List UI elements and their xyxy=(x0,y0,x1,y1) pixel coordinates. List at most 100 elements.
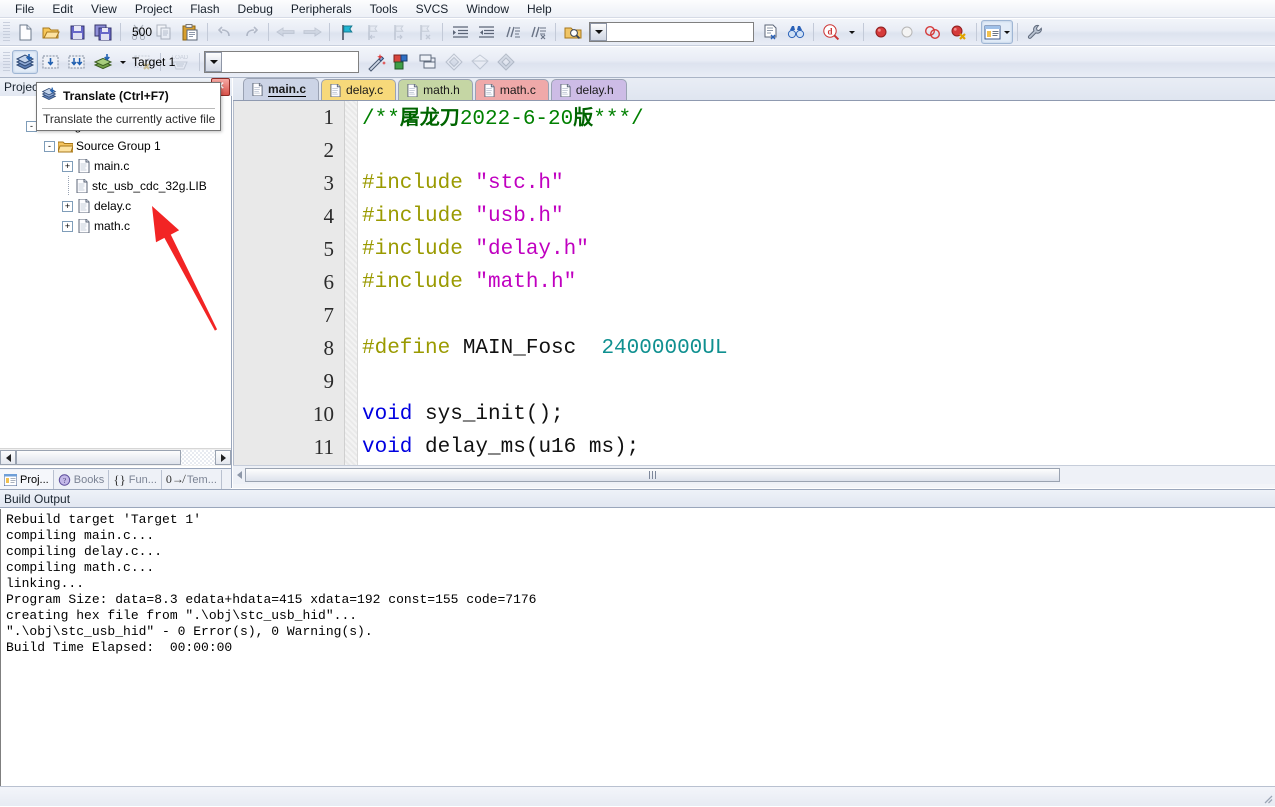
incremental-find-button[interactable] xyxy=(757,20,783,44)
find-input[interactable]: 500 xyxy=(128,25,156,39)
chevron-down-icon[interactable] xyxy=(1004,30,1010,34)
undo-button[interactable] xyxy=(212,20,238,44)
translate-button[interactable] xyxy=(12,50,38,74)
code-line[interactable]: 6 #include "math.h" xyxy=(234,266,1275,299)
outdent-button[interactable] xyxy=(473,20,499,44)
menu-item-project[interactable]: Project xyxy=(126,0,181,18)
disable-breakpoint-button[interactable] xyxy=(894,20,920,44)
project-tree-hscrollbar[interactable] xyxy=(0,448,231,466)
expand-expander-icon[interactable]: + xyxy=(62,160,73,172)
batch-build-button[interactable] xyxy=(90,50,116,74)
target-select[interactable]: Target 1 xyxy=(132,51,359,73)
menu-item-tools[interactable]: Tools xyxy=(361,0,407,18)
editor-tab-math-h[interactable]: math.h xyxy=(398,79,473,100)
build-button[interactable] xyxy=(38,50,64,74)
target-select-value[interactable]: Target 1 xyxy=(128,55,179,69)
paste-clipboard-button[interactable] xyxy=(177,20,203,44)
editor-tab-main-c[interactable]: main.c xyxy=(243,78,320,100)
menu-item-view[interactable]: View xyxy=(82,0,126,18)
code-line[interactable]: 5 #include "delay.h" xyxy=(234,233,1275,266)
code-line[interactable]: 2 xyxy=(234,134,1275,167)
editor-tab-math-c[interactable]: math.c xyxy=(474,79,549,100)
find-combo[interactable]: 500 xyxy=(132,22,754,42)
configuration-wizard-button[interactable] xyxy=(1022,20,1048,44)
kill-all-breakpoints-button[interactable] xyxy=(946,20,972,44)
tree-item-math-c[interactable]: + math.c xyxy=(0,216,231,236)
scroll-thumb[interactable] xyxy=(16,450,181,465)
pack-installer-button[interactable] xyxy=(441,50,467,74)
code-lines[interactable]: 1/**屠龙刀2022-6-20版***/2 3 #include "stc.h" 4… xyxy=(234,101,1275,465)
code-line[interactable]: 9 xyxy=(234,365,1275,398)
build-output-text[interactable]: Rebuild target 'Target 1' compiling main… xyxy=(0,509,1275,787)
menu-item-help[interactable]: Help xyxy=(518,0,561,18)
menu-item-peripherals[interactable]: Peripherals xyxy=(282,0,361,18)
menu-item-flash[interactable]: Flash xyxy=(181,0,228,18)
disable-all-breakpoints-button[interactable] xyxy=(920,20,946,44)
manage-multi-project-button[interactable] xyxy=(415,50,441,74)
clear-bookmarks-button[interactable] xyxy=(412,20,438,44)
uncomment-lines-button[interactable] xyxy=(525,20,551,44)
scroll-right-button[interactable] xyxy=(215,450,231,465)
insert-breakpoint-button[interactable] xyxy=(868,20,894,44)
code-line[interactable]: 7 xyxy=(234,299,1275,332)
debug-dropdown-button[interactable] xyxy=(844,20,859,44)
rebuild-all-button[interactable] xyxy=(64,50,90,74)
editor-tab-delay-h[interactable]: delay.h xyxy=(550,79,627,100)
start-debug-session-button[interactable]: d xyxy=(818,20,844,44)
menu-item-file[interactable]: File xyxy=(6,0,43,18)
save-all-button[interactable] xyxy=(90,20,116,44)
window-resize-grip[interactable] xyxy=(1261,792,1273,804)
code-editor[interactable]: 1/**屠龙刀2022-6-20版***/2 3 #include "stc.h" 4… xyxy=(233,101,1275,465)
open-file-button[interactable] xyxy=(38,20,64,44)
navigate-backward-button[interactable] xyxy=(273,20,299,44)
scroll-left-button[interactable] xyxy=(233,468,245,482)
find-combo-arrow[interactable] xyxy=(590,23,607,41)
project-pane-tab-fun[interactable]: {} Fun... xyxy=(109,470,162,489)
project-pane-tab-tem[interactable]: 0↛ Tem... xyxy=(162,470,222,489)
code-line[interactable]: 8 #define MAIN_Fosc 24000000UL xyxy=(234,332,1275,365)
code-line[interactable]: 1 /**屠龙刀2022-6-20版***/ xyxy=(234,101,1275,134)
redo-button[interactable] xyxy=(238,20,264,44)
editor-tab-delay-c[interactable]: delay.c xyxy=(321,79,397,100)
menu-item-debug[interactable]: Debug xyxy=(229,0,282,18)
scroll-track[interactable] xyxy=(16,450,215,465)
chevron-down-icon[interactable] xyxy=(120,60,126,64)
code-line[interactable]: 3 #include "stc.h" xyxy=(234,167,1275,200)
select-software-packs-button[interactable] xyxy=(467,50,493,74)
indent-button[interactable] xyxy=(447,20,473,44)
toolbar-grip[interactable] xyxy=(3,52,10,72)
tree-item-main-c[interactable]: + main.c xyxy=(0,156,231,176)
new-file-button[interactable] xyxy=(12,20,38,44)
toggle-bookmark-button[interactable] xyxy=(334,20,360,44)
collapse-expander-icon[interactable]: - xyxy=(44,140,55,152)
comment-lines-button[interactable] xyxy=(499,20,525,44)
menu-item-svcs[interactable]: SVCS xyxy=(407,0,458,18)
editor-hscrollbar[interactable] xyxy=(233,465,1275,484)
tree-item-delay-c[interactable]: + delay.c xyxy=(0,196,231,216)
expand-expander-icon[interactable]: + xyxy=(62,220,73,232)
code-line[interactable]: 10 void sys_init(); xyxy=(234,398,1275,431)
tree-item-source-group-1[interactable]: - Source Group 1 xyxy=(0,136,231,156)
save-button[interactable] xyxy=(64,20,90,44)
target-options-button[interactable] xyxy=(363,50,389,74)
project-pane-tab-books[interactable]: ? Books xyxy=(54,470,110,489)
find-in-files-button[interactable] xyxy=(560,20,586,44)
project-pane-tab-proj[interactable]: Proj... xyxy=(0,470,54,489)
navigate-forward-button[interactable] xyxy=(299,20,325,44)
next-bookmark-button[interactable] xyxy=(386,20,412,44)
target-select-arrow[interactable] xyxy=(205,52,222,72)
scroll-thumb[interactable] xyxy=(245,468,1060,482)
manage-run-time-button[interactable] xyxy=(493,50,519,74)
previous-bookmark-button[interactable] xyxy=(360,20,386,44)
tree-item-stc-usb-cdc-32g-lib[interactable]: stc_usb_cdc_32g.LIB xyxy=(0,176,231,196)
goto-definition-button[interactable] xyxy=(783,20,809,44)
code-line[interactable]: 11 void delay_ms(u16 ms); xyxy=(234,431,1275,464)
code-line[interactable]: 4 #include "usb.h" xyxy=(234,200,1275,233)
expand-expander-icon[interactable]: + xyxy=(62,200,73,212)
scroll-left-button[interactable] xyxy=(0,450,16,465)
menu-item-window[interactable]: Window xyxy=(457,0,518,18)
window-manager-button[interactable] xyxy=(981,20,1013,44)
manage-project-items-button[interactable] xyxy=(389,50,415,74)
toolbar-grip[interactable] xyxy=(3,22,10,42)
project-tree[interactable]: -Project: stc_usb_hid-Target 1-Source Gr… xyxy=(0,96,231,470)
